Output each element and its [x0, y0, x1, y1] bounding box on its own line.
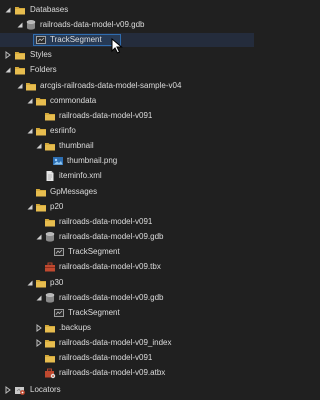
tree-node-label: p30 [50, 278, 64, 287]
tree-node-label: thumbnail.png [67, 156, 118, 165]
folder-icon [44, 352, 56, 364]
tree-node-gdb-p20[interactable]: railroads-data-model-v09.gdb [0, 230, 254, 244]
tree-node-label: thumbnail [59, 141, 94, 150]
tree-node-label: GpMessages [50, 187, 98, 196]
tree-node-commondata[interactable]: commondata [0, 94, 254, 108]
tree-node-label: TrackSegment [68, 247, 120, 256]
tree-node-label: railroads-data-model-v09.gdb [59, 293, 164, 302]
tree-node-label: .backups [59, 323, 92, 332]
tree-node-railroads-v091-a[interactable]: railroads-data-model-v091 [0, 109, 254, 123]
tree-node-label: railroads-data-model-v091 [59, 111, 153, 120]
folder-icon [44, 322, 56, 334]
geodatabase-icon [25, 19, 37, 31]
tree-node-index[interactable]: railroads-data-model-v09_index [0, 336, 254, 350]
toolbox-icon [44, 367, 56, 379]
tree-node-gdb-p30[interactable]: railroads-data-model-v09.gdb [0, 291, 254, 305]
tree-node-tracksegment-selected[interactable]: TrackSegment [0, 33, 254, 47]
geodatabase-icon [44, 231, 56, 243]
tree-node-label: railroads-data-model-v09_index [59, 338, 172, 347]
tree-node-tracksegment-p30[interactable]: TrackSegment [0, 306, 254, 320]
folder-icon [35, 95, 47, 107]
folder-icon [14, 4, 26, 16]
tree-node-label: esriinfo [50, 126, 76, 135]
tree-node-label: arcgis-railroads-data-model-sample-v04 [40, 81, 182, 90]
tree-node-p30[interactable]: p30 [0, 276, 254, 290]
mouse-pointer-icon [111, 38, 123, 54]
folder-icon [35, 201, 47, 213]
folder-icon [44, 110, 56, 122]
tree-node-label: railroads-data-model-v09.atbx [59, 368, 166, 377]
folder-icon [35, 186, 47, 198]
tree-node-label: Styles [30, 50, 52, 59]
feature-class-icon [53, 307, 65, 319]
folder-icon [44, 140, 56, 152]
tree-node-label: Databases [30, 5, 69, 14]
feature-class-icon [35, 34, 47, 46]
tree-node-tracksegment-p20[interactable]: TrackSegment [0, 245, 254, 259]
triangle-right-icon[interactable] [4, 386, 12, 400]
folder-icon [35, 277, 47, 289]
tree-node-backups[interactable]: .backups [0, 321, 254, 335]
tree-node-label: railroads-data-model-v09.tbx [59, 262, 161, 271]
triangle-down-icon[interactable] [4, 66, 12, 80]
tree-node-label: p20 [50, 202, 64, 211]
tree-node-iteminfo[interactable]: iteminfo.xml [0, 169, 254, 183]
style-icon [14, 49, 26, 61]
tree-node-railroads-v091-c[interactable]: railroads-data-model-v091 [0, 351, 254, 365]
catalog-tree: Databases railroads-data-model-v09.gdb T… [0, 0, 254, 400]
toolbox-icon [44, 261, 56, 273]
tree-node-label: railroads-data-model-v09.gdb [40, 20, 145, 29]
tree-node-gpmessages[interactable]: GpMessages [0, 185, 254, 199]
file-icon [44, 170, 56, 182]
tree-node-railroads-v091-b[interactable]: railroads-data-model-v091 [0, 215, 254, 229]
tree-node-label: iteminfo.xml [59, 171, 102, 180]
feature-class-icon [53, 246, 65, 258]
tree-node-esriinfo[interactable]: esriinfo [0, 124, 254, 138]
tree-node-gdb-top[interactable]: railroads-data-model-v09.gdb [0, 18, 254, 32]
tree-node-p20[interactable]: p20 [0, 200, 254, 214]
folder-icon [44, 337, 56, 349]
folder-icon [44, 216, 56, 228]
folder-icon [35, 125, 47, 137]
locator-icon [14, 384, 26, 396]
tree-node-tbx[interactable]: railroads-data-model-v09.tbx [0, 260, 254, 274]
tree-node-label: railroads-data-model-v091 [59, 217, 153, 226]
image-file-icon [52, 155, 64, 167]
tree-node-folders[interactable]: Folders [0, 63, 254, 77]
tree-node-thumbnail-png[interactable]: thumbnail.png [0, 154, 254, 168]
tree-node-label: railroads-data-model-v091 [59, 353, 153, 362]
tree-node-thumbnail[interactable]: thumbnail [0, 139, 254, 153]
geodatabase-icon [44, 292, 56, 304]
folder-icon [14, 64, 26, 76]
tree-node-styles[interactable]: Styles [0, 48, 254, 62]
tree-node-label: TrackSegment [50, 35, 102, 44]
folder-icon [25, 80, 37, 92]
tree-node-databases[interactable]: Databases [0, 3, 254, 17]
tree-node-label: Folders [30, 65, 57, 74]
tree-node-label: commondata [50, 96, 97, 105]
tree-node-label: Locators [30, 385, 61, 394]
tree-node-label: railroads-data-model-v09.gdb [59, 232, 164, 241]
tree-node-atbx[interactable]: railroads-data-model-v09.atbx [0, 366, 254, 380]
tree-node-sample-folder[interactable]: arcgis-railroads-data-model-sample-v04 [0, 79, 254, 93]
tree-node-locators[interactable]: Locators [0, 383, 254, 397]
tree-node-label: TrackSegment [68, 308, 120, 317]
